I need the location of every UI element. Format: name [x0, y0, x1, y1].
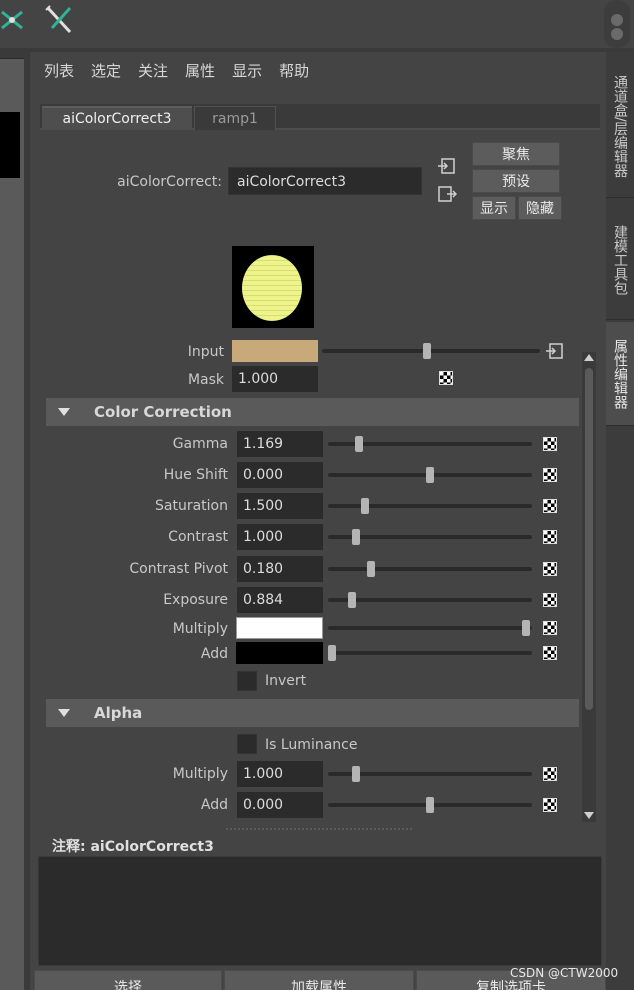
input-connection-icon[interactable]	[436, 156, 458, 176]
alpha-slider-thumb-0[interactable]	[352, 766, 360, 782]
alpha-map-icon-1[interactable]	[543, 798, 557, 812]
input-label: Input	[187, 344, 224, 360]
cc-add-color-swatch[interactable]	[236, 642, 323, 664]
is-luminance-label: Is Luminance	[265, 737, 358, 753]
input-slider-track[interactable]	[322, 349, 540, 353]
cc-value-input-0[interactable]: 1.169	[237, 431, 323, 457]
cc-slider-track-5[interactable]	[328, 598, 532, 602]
cc-slider-thumb-4[interactable]	[367, 561, 375, 577]
tab-ramp1[interactable]: ramp1	[194, 106, 276, 130]
focus-button[interactable]: 聚焦	[472, 142, 560, 166]
input-slider-thumb[interactable]	[423, 343, 431, 359]
cc-multiply-slider-thumb[interactable]	[522, 620, 530, 636]
attribute-scrollbar-thumb[interactable]	[585, 368, 593, 710]
output-connection-icon[interactable]	[436, 184, 458, 204]
node-name-label: aiColorCorrect:	[117, 174, 222, 190]
cc-slider-track-4[interactable]	[328, 567, 532, 571]
menu-show[interactable]: 显示	[232, 60, 262, 81]
notes-label: 注释: aiColorCorrect3	[52, 839, 214, 855]
menu-attributes[interactable]: 属性	[185, 60, 215, 81]
tab-aicolorcorrect3[interactable]: aiColorCorrect3	[42, 106, 192, 130]
left-viewport-dark	[0, 112, 20, 178]
left-viewport[interactable]	[0, 58, 24, 990]
menu-focus[interactable]: 关注	[138, 60, 168, 81]
invert-checkbox[interactable]	[237, 671, 257, 691]
node-name-input[interactable]: aiColorCorrect3	[228, 167, 422, 195]
menu-bar: 列表 选定 关注 属性 显示 帮助	[34, 52, 604, 88]
scroll-down-arrow-icon[interactable]	[584, 812, 594, 819]
cc-value-input-4[interactable]: 0.180	[237, 556, 323, 582]
cc-value-input-1[interactable]: 0.000	[237, 462, 323, 488]
watermark-text: CSDN @CTW2000	[510, 966, 619, 980]
hide-button[interactable]: 隐藏	[518, 196, 562, 220]
cc-map-icon-4[interactable]	[543, 562, 557, 576]
cc-add-map-icon[interactable]	[543, 646, 557, 660]
splitter-handle[interactable]	[226, 828, 412, 830]
alpha-value-input-0[interactable]: 1.000	[237, 761, 323, 787]
cc-label-1: Hue Shift	[163, 467, 228, 483]
cc-slider-thumb-3[interactable]	[352, 529, 360, 545]
load-attributes-button[interactable]: 加载属性	[224, 970, 414, 990]
is-luminance-checkbox[interactable]	[237, 734, 257, 754]
top-toolbar	[0, 0, 634, 48]
alpha-header[interactable]: Alpha	[46, 699, 579, 727]
material-swatch-preview	[232, 246, 314, 328]
tab-modeling-toolkit[interactable]: 建模工具包	[606, 200, 634, 320]
alpha-value-input-1[interactable]: 0.000	[237, 792, 323, 818]
collapse-triangle-icon	[58, 408, 70, 416]
cc-add-label: Add	[200, 646, 228, 662]
cc-value-input-5[interactable]: 0.884	[237, 587, 323, 613]
collapse-triangle-icon	[58, 709, 70, 717]
mask-map-icon[interactable]	[439, 371, 453, 385]
cc-slider-thumb-5[interactable]	[348, 592, 356, 608]
select-button[interactable]: 选择	[34, 970, 222, 990]
cc-label-0: Gamma	[172, 436, 228, 452]
cc-multiply-map-icon[interactable]	[543, 621, 557, 635]
menu-selected[interactable]: 选定	[91, 60, 121, 81]
alpha-title: Alpha	[94, 704, 143, 722]
cc-map-icon-1[interactable]	[543, 468, 557, 482]
input-map-icon[interactable]	[544, 341, 566, 361]
cc-map-icon-5[interactable]	[543, 593, 557, 607]
mask-input[interactable]: 1.000	[232, 366, 318, 392]
cc-slider-track-2[interactable]	[328, 504, 532, 508]
invert-label: Invert	[265, 673, 307, 689]
notes-textarea[interactable]	[38, 856, 602, 966]
cc-value-input-3[interactable]: 1.000	[237, 524, 323, 550]
tab-attribute-editor[interactable]: 属性编辑器	[606, 322, 634, 426]
presets-button[interactable]: 预设	[472, 169, 560, 193]
cc-label-4: Contrast Pivot	[129, 561, 228, 577]
color-correction-title: Color Correction	[94, 403, 232, 421]
alpha-map-icon-0[interactable]	[543, 767, 557, 781]
scroll-up-arrow-icon[interactable]	[584, 354, 594, 361]
menu-help[interactable]: 帮助	[279, 60, 309, 81]
brush-icon[interactable]	[42, 2, 82, 42]
cc-slider-thumb-1[interactable]	[426, 467, 434, 483]
cc-map-icon-0[interactable]	[543, 437, 557, 451]
show-button[interactable]: 显示	[472, 196, 516, 220]
top-scroll-indicator[interactable]	[604, 0, 630, 48]
cc-label-5: Exposure	[163, 592, 228, 608]
mask-label: Mask	[187, 372, 224, 388]
cc-multiply-color-swatch[interactable]	[236, 617, 323, 639]
tab-channel-box[interactable]: 通道盒/层编辑器	[606, 56, 634, 198]
cc-value-input-2[interactable]: 1.500	[237, 493, 323, 519]
alpha-label-0: Multiply	[172, 766, 228, 782]
cc-multiply-slider-track[interactable]	[328, 626, 532, 630]
cc-multiply-label: Multiply	[172, 621, 228, 637]
cc-slider-thumb-2[interactable]	[361, 498, 369, 514]
node-editor-icon[interactable]	[0, 2, 40, 42]
alpha-slider-thumb-1[interactable]	[426, 797, 434, 813]
cc-add-slider-track[interactable]	[328, 651, 532, 655]
input-color-swatch[interactable]	[232, 340, 318, 362]
cc-map-icon-3[interactable]	[543, 530, 557, 544]
cc-slider-thumb-0[interactable]	[355, 436, 363, 452]
cc-label-3: Contrast	[168, 529, 228, 545]
alpha-label-1: Add	[200, 797, 228, 813]
cc-add-slider-thumb[interactable]	[328, 645, 336, 661]
color-correction-header[interactable]: Color Correction	[46, 398, 579, 426]
menu-list[interactable]: 列表	[44, 60, 74, 81]
cc-label-2: Saturation	[155, 498, 228, 514]
cc-map-icon-2[interactable]	[543, 499, 557, 513]
